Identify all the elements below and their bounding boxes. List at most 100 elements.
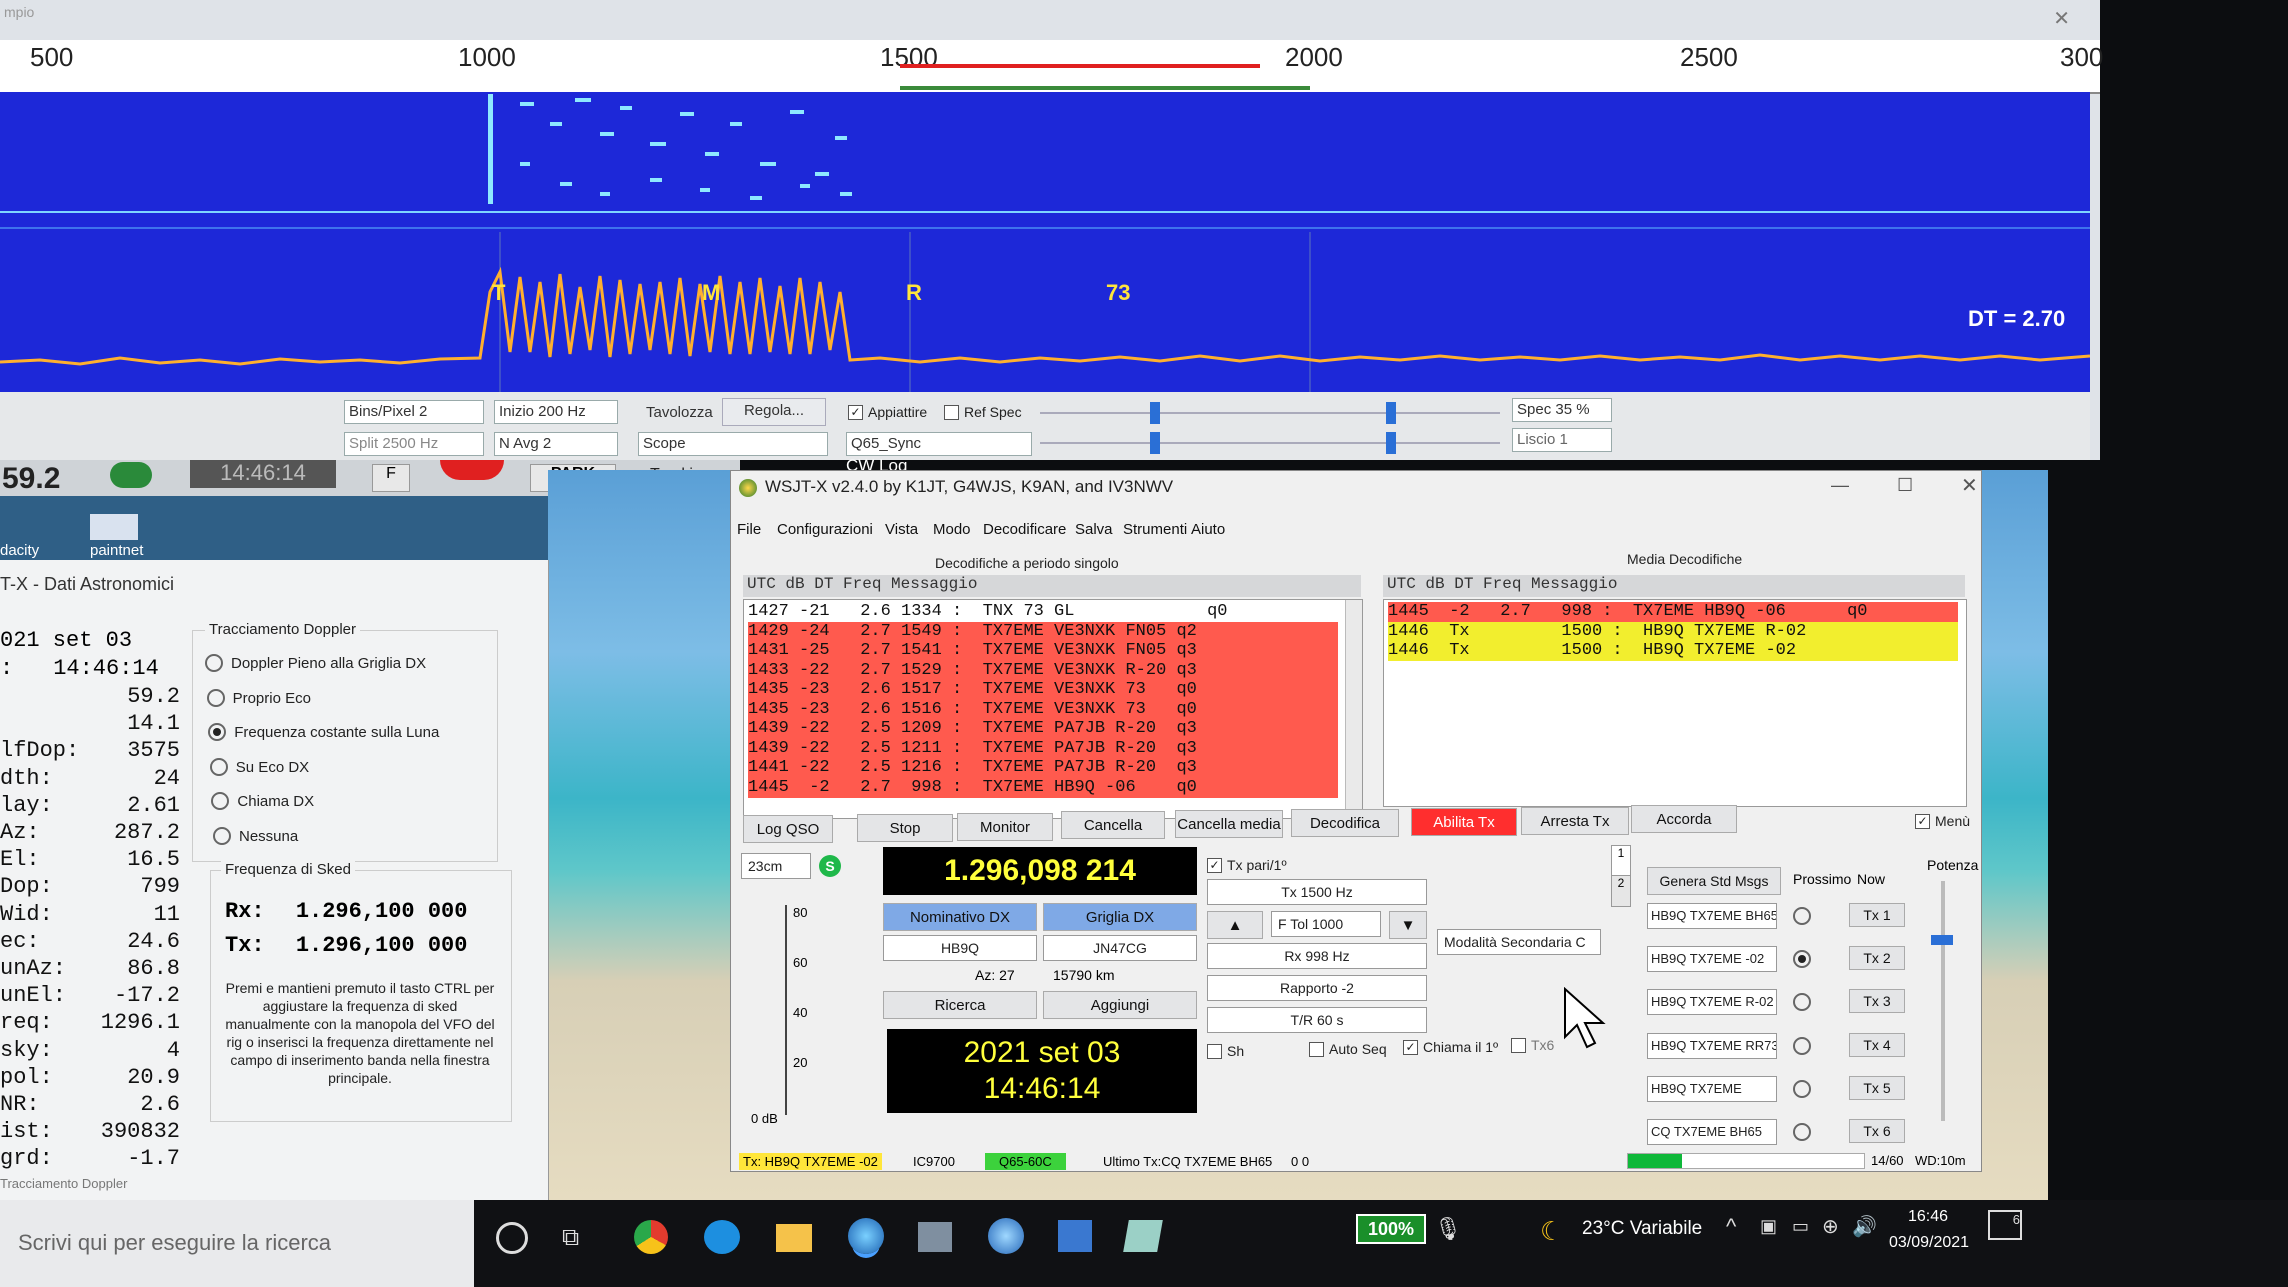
- doppler-option-radio[interactable]: Frequenza costante sulla Luna: [208, 723, 439, 742]
- app-icon[interactable]: [1058, 1220, 1092, 1252]
- chevron-up-icon[interactable]: ^: [1726, 1214, 1736, 1240]
- weather-text[interactable]: 23°C Variabile: [1582, 1218, 1702, 1240]
- next-message-radio[interactable]: [1793, 1079, 1819, 1099]
- appiattire-checkbox[interactable]: ✓ Appiattire: [848, 404, 927, 421]
- rx-sked-value[interactable]: 1.296,100 000: [296, 899, 468, 924]
- menu-checkbox[interactable]: ✓ Menù: [1915, 813, 1970, 830]
- enable-tx-button[interactable]: Abilita Tx: [1411, 807, 1517, 836]
- chrome-icon[interactable]: [634, 1220, 668, 1254]
- paintnet-icon[interactable]: [90, 514, 138, 540]
- arrow-up-button[interactable]: ▲: [1207, 911, 1263, 939]
- decode-line[interactable]: 1427 -21 2.6 1334 : TNX 73 GL q0: [748, 602, 1338, 622]
- add-button[interactable]: Aggiungi: [1043, 991, 1197, 1019]
- doppler-option-radio[interactable]: Doppler Pieno alla Griglia DX: [205, 654, 426, 673]
- std-message-input[interactable]: HB9Q TX7EME -02: [1647, 946, 1777, 973]
- slider-handle[interactable]: [1150, 402, 1160, 424]
- rx-frequency-spinbox[interactable]: Rx 998 Hz: [1207, 943, 1427, 969]
- regola-button[interactable]: Regola...: [722, 398, 826, 426]
- tx-now-button[interactable]: Tx 3: [1849, 989, 1905, 1014]
- next-message-radio[interactable]: [1793, 1123, 1819, 1142]
- left-decode-pane[interactable]: 1427 -21 2.6 1334 : TNX 73 GL q0 1429 -24…: [743, 599, 1363, 819]
- inizio-spinbox[interactable]: Inizio 200 Hz: [494, 400, 618, 424]
- taskbar-date[interactable]: 03/09/2021: [1884, 1234, 1974, 1252]
- edge-icon[interactable]: [704, 1220, 740, 1254]
- volume-icon[interactable]: 🔊: [1852, 1214, 1877, 1239]
- cortana-icon[interactable]: [496, 1222, 528, 1254]
- auto-seq-checkbox[interactable]: Auto Seq: [1309, 1041, 1387, 1058]
- decode-line[interactable]: 1439 -22 2.5 1209 : TX7EME PA7JB R-20 q3: [748, 719, 1338, 739]
- notepad-icon[interactable]: [1123, 1220, 1163, 1252]
- next-message-radio[interactable]: [1793, 907, 1819, 926]
- log-qso-button[interactable]: Log QSO: [743, 815, 833, 843]
- n-avg-spinbox[interactable]: N Avg 2: [494, 432, 618, 456]
- task-view-icon[interactable]: ⧉: [562, 1224, 579, 1252]
- decode-line[interactable]: 1446 Tx 1500 : HB9Q TX7EME -02: [1388, 641, 1958, 661]
- app-icon[interactable]: [918, 1222, 952, 1252]
- dx-call-input[interactable]: HB9Q: [883, 935, 1037, 961]
- std-message-input[interactable]: CQ TX7EME BH65: [1647, 1119, 1777, 1145]
- dx-grid-input[interactable]: JN47CG: [1043, 935, 1197, 961]
- notification-icon[interactable]: 6: [1988, 1210, 2022, 1240]
- tx-now-button[interactable]: Tx 4: [1849, 1032, 1905, 1057]
- bins-pixel-spinbox[interactable]: Bins/Pixel 2: [344, 400, 484, 424]
- close-icon[interactable]: ✕: [2053, 6, 2070, 31]
- spec-spinbox[interactable]: Spec 35 %: [1512, 398, 1612, 422]
- decode-line[interactable]: 1435 -23 2.6 1516 : TX7EME VE3NXK 73 q0: [748, 699, 1338, 720]
- tx-now-button[interactable]: Tx 5: [1849, 1075, 1905, 1100]
- std-message-input[interactable]: HB9Q TX7EME BH65: [1647, 903, 1777, 929]
- tx-sked-value[interactable]: 1.296,100 000: [296, 933, 468, 958]
- menu-item[interactable]: Salva: [1075, 521, 1113, 538]
- slider-handle[interactable]: [1386, 432, 1396, 454]
- menu-item[interactable]: Vista: [885, 521, 918, 538]
- submode-select[interactable]: Modalità Secondaria C: [1437, 929, 1601, 955]
- scrollbar[interactable]: [1345, 600, 1362, 816]
- desktop-icon-label[interactable]: dacity: [0, 542, 39, 559]
- maximize-icon[interactable]: ☐: [1897, 475, 1913, 496]
- doppler-option-radio[interactable]: Su Eco DX: [209, 757, 309, 777]
- menu-item[interactable]: Aiuto: [1191, 521, 1225, 538]
- arrow-down-button[interactable]: ▼: [1389, 911, 1427, 939]
- decode-line[interactable]: 1433 -22 2.7 1529 : TX7EME VE3NXK R-20 q…: [748, 660, 1338, 681]
- wsjtx-taskbar-icon[interactable]: [848, 1218, 884, 1254]
- tab-2[interactable]: 2: [1611, 875, 1631, 907]
- sync-select[interactable]: Q65_Sync: [846, 432, 1032, 456]
- generate-std-msgs-button[interactable]: Genera Std Msgs: [1647, 867, 1781, 895]
- menu-item[interactable]: Configurazioni: [777, 521, 873, 538]
- clear-avg-button[interactable]: Cancella media: [1175, 810, 1283, 839]
- liscio-spinbox[interactable]: Liscio 1: [1512, 428, 1612, 452]
- lookup-button[interactable]: Ricerca: [883, 991, 1037, 1019]
- ref-spec-checkbox[interactable]: Ref Spec: [944, 404, 1022, 421]
- call-first-checkbox[interactable]: ✓ Chiama il 1º: [1403, 1039, 1498, 1056]
- decode-line[interactable]: 1446 Tx 1500 : HB9Q TX7EME R-02: [1388, 621, 1958, 642]
- scope-select[interactable]: Scope: [638, 432, 828, 456]
- close-icon[interactable]: ✕: [1961, 473, 1978, 498]
- slider-handle[interactable]: [1386, 402, 1396, 424]
- decode-line[interactable]: 1441 -22 2.5 1216 : TX7EME PA7JB R-20 q3: [748, 758, 1338, 778]
- erase-button[interactable]: Cancella: [1061, 811, 1165, 840]
- decode-line[interactable]: 1431 -25 2.7 1541 : TX7EME VE3NXK FN05 q…: [748, 641, 1338, 661]
- waterfall-display[interactable]: T M R 73 DT = 2.70: [0, 92, 2090, 392]
- doppler-option-radio[interactable]: Proprio Eco: [206, 688, 311, 708]
- std-message-input[interactable]: HB9Q TX7EME R-02: [1647, 989, 1777, 1016]
- decode-line[interactable]: 1445 -2 2.7 998 : TX7EME HB9Q -06 q0: [1388, 602, 1958, 622]
- doppler-option-radio[interactable]: Chiama DX: [211, 792, 314, 811]
- next-message-radio[interactable]: [1793, 993, 1819, 1012]
- menu-item[interactable]: Modo: [933, 521, 971, 538]
- menu-item[interactable]: Strumenti: [1123, 521, 1187, 538]
- report-spinbox[interactable]: Rapporto -2: [1207, 975, 1427, 1001]
- tx-even-checkbox[interactable]: ✓ Tx pari/1º: [1207, 857, 1287, 874]
- band-select[interactable]: 23cm: [741, 853, 811, 879]
- decode-line[interactable]: 1445 -2 2.7 998 : TX7EME HB9Q -06 q0: [748, 777, 1338, 798]
- desktop-icon-label[interactable]: paintnet: [90, 542, 143, 559]
- decode-line[interactable]: 1429 -24 2.7 1549 : TX7EME VE3NXK FN05 q…: [748, 621, 1338, 642]
- taskbar-time[interactable]: 16:46: [1888, 1208, 1968, 1226]
- split-spinbox[interactable]: Split 2500 Hz: [344, 432, 484, 456]
- doppler-option-radio[interactable]: Nessuna: [213, 827, 298, 846]
- ftol-spinbox[interactable]: F Tol 1000: [1271, 911, 1381, 937]
- slider-handle[interactable]: [1150, 432, 1160, 454]
- std-message-input[interactable]: HB9Q TX7EME RR73: [1647, 1032, 1777, 1059]
- minimize-icon[interactable]: —: [1831, 475, 1849, 496]
- sh-checkbox[interactable]: Sh: [1207, 1043, 1244, 1060]
- tab-1[interactable]: 1: [1611, 845, 1631, 877]
- std-message-input[interactable]: HB9Q TX7EME: [1647, 1075, 1777, 1102]
